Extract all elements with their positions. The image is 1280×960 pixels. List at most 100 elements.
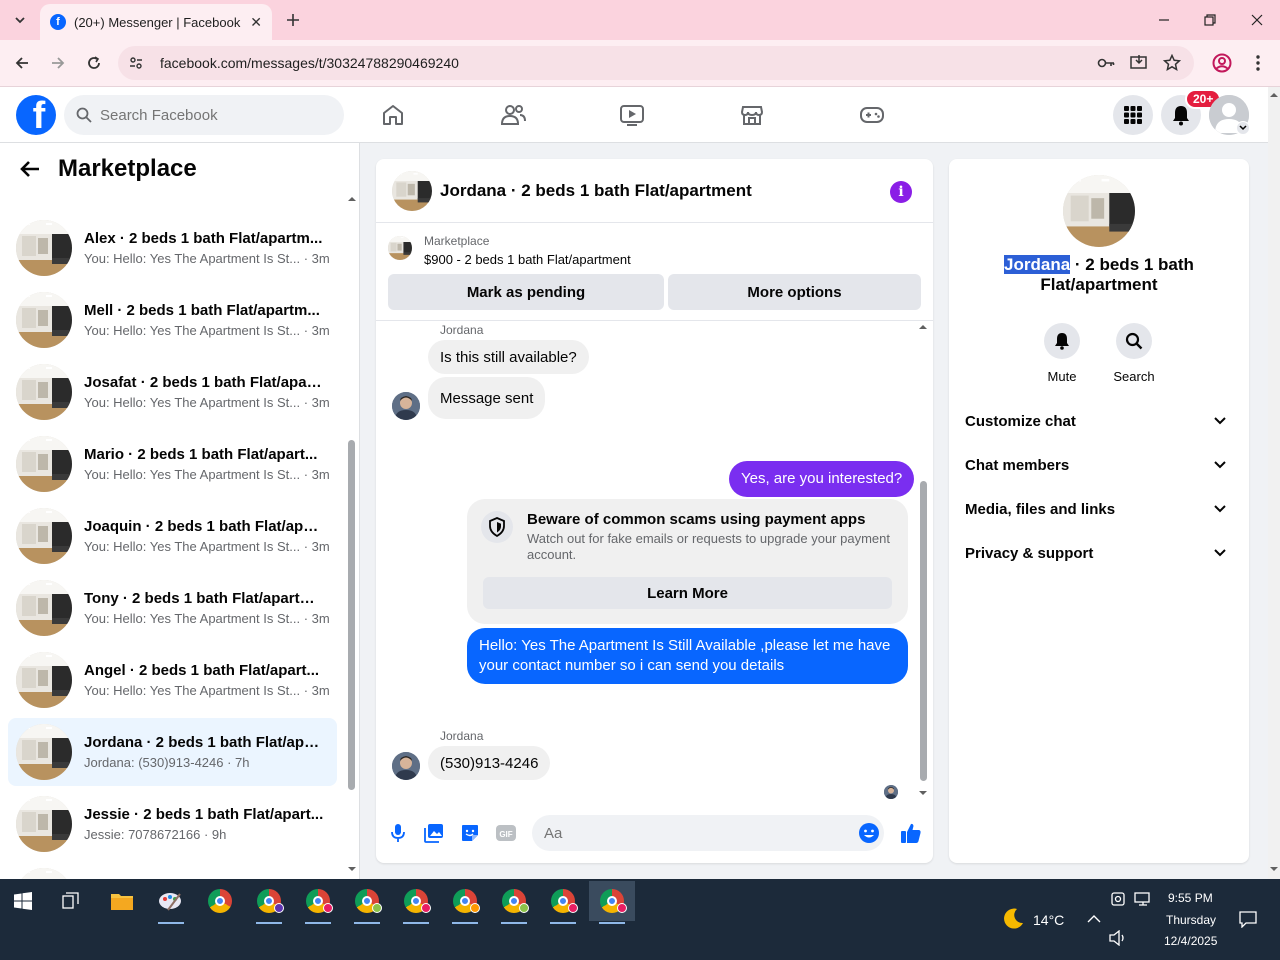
chrome-profile-button[interactable] <box>1210 51 1234 75</box>
scroll-down-icon[interactable] <box>918 789 928 797</box>
scrollbar-thumb[interactable] <box>348 440 355 790</box>
restore-button[interactable] <box>1196 6 1224 34</box>
sender-avatar[interactable] <box>392 752 420 780</box>
taskbar-chrome-profile[interactable] <box>540 881 586 924</box>
taskbar-chrome-profile[interactable] <box>246 881 292 924</box>
taskbar-chrome[interactable] <box>197 881 243 921</box>
chat-list-scrollbar[interactable] <box>346 195 356 875</box>
chat-list-item[interactable]: Joaquin · 2 beds 1 bath Flat/apar... You:… <box>8 502 337 570</box>
taskbar-chrome-profile[interactable] <box>295 881 341 924</box>
chat-list-item[interactable]: Angel · 2 beds 1 bath Flat/apart... You: … <box>8 646 337 714</box>
photo-icon[interactable] <box>422 821 446 845</box>
minimize-button[interactable] <box>1150 6 1178 34</box>
chat-list-item-partial[interactable] <box>8 862 337 879</box>
scroll-up-icon[interactable] <box>1269 91 1279 99</box>
taskbar-file-explorer[interactable] <box>99 881 145 921</box>
nav-gaming[interactable] <box>848 87 896 143</box>
back-arrow-icon[interactable] <box>20 160 40 178</box>
listing-thumbnail[interactable] <box>388 236 412 260</box>
network-icon[interactable] <box>1134 891 1152 907</box>
site-info-icon[interactable] <box>128 55 144 71</box>
page-scrollbar[interactable] <box>1268 87 1280 879</box>
media-files-links-row[interactable]: Media, files and links <box>957 487 1241 531</box>
facebook-search[interactable] <box>64 95 344 135</box>
message-input[interactable] <box>544 824 844 842</box>
customize-chat-row[interactable]: Customize chat <box>957 399 1241 443</box>
search-input[interactable] <box>100 106 320 124</box>
meet-now-icon[interactable] <box>1110 891 1126 907</box>
scroll-up-icon[interactable] <box>918 323 928 331</box>
chevron-up-icon[interactable] <box>1087 914 1101 924</box>
taskbar-paint-app[interactable] <box>148 881 194 924</box>
learn-more-button[interactable]: Learn More <box>483 577 892 609</box>
scrollbar-thumb[interactable] <box>920 481 927 781</box>
back-button[interactable] <box>9 50 35 76</box>
taskbar-chrome-active[interactable] <box>589 881 635 924</box>
install-app-icon[interactable] <box>1129 53 1149 73</box>
reload-button[interactable] <box>81 50 107 76</box>
scroll-down-icon[interactable] <box>1269 865 1279 873</box>
forward-button[interactable] <box>45 50 71 76</box>
bookmark-star-icon[interactable] <box>1162 53 1182 73</box>
nav-friends[interactable] <box>489 87 537 143</box>
scroll-up-icon[interactable] <box>347 195 357 203</box>
volume-icon[interactable] <box>1109 930 1127 946</box>
account-chevron-icon[interactable] <box>1236 121 1250 135</box>
chat-list-item[interactable]: Tony · 2 beds 1 bath Flat/apartm... You: … <box>8 574 337 642</box>
chrome-menu-button[interactable] <box>1248 51 1268 75</box>
sender-avatar[interactable] <box>392 392 420 420</box>
weather-temperature[interactable]: 14°C <box>1033 912 1064 928</box>
incoming-message[interactable]: Is this still available? <box>428 340 589 374</box>
taskbar-chrome-profile[interactable] <box>344 881 390 924</box>
start-button[interactable] <box>0 881 46 921</box>
privacy-support-row[interactable]: Privacy & support <box>957 531 1241 575</box>
mark-pending-button[interactable]: Mark as pending <box>388 274 664 310</box>
listing-title[interactable]: $900 - 2 beds 1 bath Flat/apartment <box>424 252 631 267</box>
gif-icon[interactable]: GIF <box>494 821 518 845</box>
clock-day[interactable]: Thursday <box>1166 913 1216 927</box>
sticker-icon[interactable] <box>458 821 482 845</box>
thumbs-up-icon[interactable] <box>899 821 923 845</box>
clock-time[interactable]: 9:55 PM <box>1168 891 1213 905</box>
chat-list-item[interactable]: Mell · 2 beds 1 bath Flat/apartm... You: … <box>8 286 337 354</box>
incoming-message[interactable]: (530)913-4246 <box>428 746 551 780</box>
taskbar-chrome-profile[interactable] <box>442 881 488 924</box>
incoming-message[interactable]: Message sent <box>428 377 546 419</box>
action-center-icon[interactable] <box>1238 910 1258 928</box>
chat-list-item[interactable]: Josafat · 2 beds 1 bath Flat/apart... You… <box>8 358 337 426</box>
emoji-icon[interactable] <box>858 822 880 844</box>
weather-moon-icon[interactable] <box>1001 907 1025 931</box>
search-action[interactable]: Search <box>1104 323 1164 384</box>
chat-list-item[interactable]: Jordana · 2 beds 1 bath Flat/apa... Jorda… <box>8 718 337 786</box>
microphone-icon[interactable] <box>386 821 410 845</box>
conversation-scrollbar[interactable] <box>916 321 930 799</box>
close-tab-icon[interactable]: ✕ <box>250 14 262 31</box>
close-window-button[interactable] <box>1243 6 1271 34</box>
taskbar-chrome-profile[interactable] <box>393 881 439 924</box>
browser-tab[interactable]: f (20+) Messenger | Facebook ✕ <box>40 4 272 40</box>
chat-list-item[interactable]: Mario · 2 beds 1 bath Flat/apart... You: … <box>8 430 337 498</box>
omnibox[interactable]: facebook.com/messages/t/3032478829046924… <box>118 46 1194 80</box>
taskbar-chrome-profile[interactable] <box>491 881 537 924</box>
nav-video[interactable] <box>608 87 656 143</box>
task-view-button[interactable] <box>48 881 94 921</box>
new-tab-button[interactable] <box>282 8 304 32</box>
chat-list-item[interactable]: Jessie · 2 beds 1 bath Flat/apart... Jess… <box>8 790 337 858</box>
scroll-down-icon[interactable] <box>347 865 357 873</box>
chat-list-item[interactable]: Alex · 2 beds 1 bath Flat/apartm... You: … <box>8 214 337 282</box>
message-input-box[interactable] <box>532 815 884 851</box>
tab-search-button[interactable] <box>8 8 32 32</box>
password-key-icon[interactable] <box>1096 53 1116 73</box>
menu-grid-button[interactable] <box>1113 95 1153 135</box>
clock-date[interactable]: 12/4/2025 <box>1164 934 1217 948</box>
outgoing-message[interactable]: Hello: Yes The Apartment Is Still Availa… <box>467 628 908 684</box>
mute-action[interactable]: Mute <box>1032 323 1092 384</box>
nav-marketplace[interactable] <box>728 87 776 143</box>
outgoing-message[interactable]: Yes, are you interested? <box>729 461 915 497</box>
info-icon[interactable]: i <box>890 181 912 203</box>
listing-avatar[interactable] <box>1063 175 1135 247</box>
conversation-header[interactable]: Jordana · 2 beds 1 bath Flat/apartment <box>376 159 933 223</box>
nav-home[interactable] <box>369 87 417 143</box>
more-options-button[interactable]: More options <box>668 274 921 310</box>
facebook-logo-icon[interactable]: f <box>16 95 56 135</box>
